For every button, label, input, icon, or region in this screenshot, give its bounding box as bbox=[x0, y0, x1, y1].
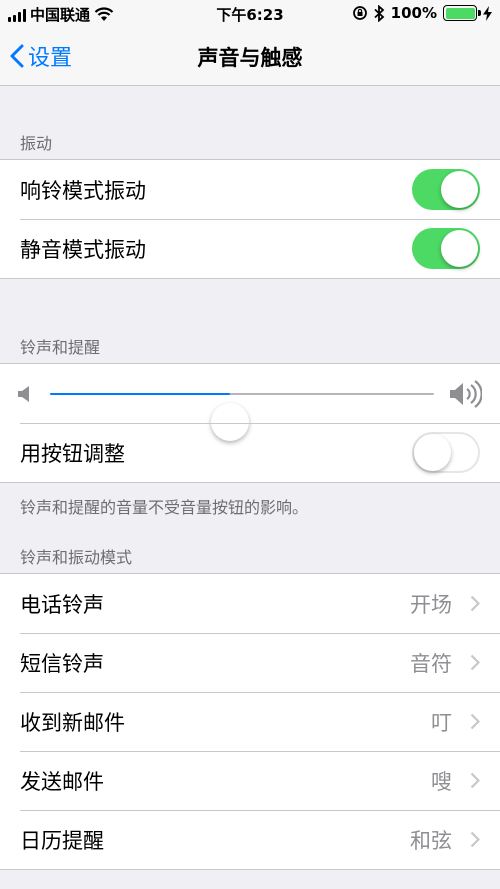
new-mail-label: 收到新邮件 bbox=[20, 710, 125, 735]
section-header-ringer: 铃声和提醒 bbox=[20, 338, 101, 357]
section-header-vibration: 振动 bbox=[20, 134, 53, 153]
battery-level bbox=[445, 7, 475, 19]
toggle-knob bbox=[441, 230, 478, 267]
charging-bolt-icon bbox=[483, 5, 492, 21]
sent-mail-value: 嗖 bbox=[431, 769, 452, 794]
ringtone-label: 电话铃声 bbox=[20, 592, 104, 617]
ring-vibrate-toggle[interactable] bbox=[412, 169, 480, 210]
new-mail-value: 叮 bbox=[431, 710, 452, 735]
ringer-footnote: 铃声和提醒的音量不受音量按钮的影响。 bbox=[20, 498, 309, 517]
volume-slider-row bbox=[0, 364, 500, 441]
ringtone-value: 开场 bbox=[410, 592, 452, 617]
vibration-group: 响铃模式振动 静音模式振动 bbox=[0, 159, 500, 279]
text-tone-value: 音符 bbox=[410, 651, 452, 676]
speaker-high-icon bbox=[450, 380, 482, 408]
status-bar: 中国联通 下午6:23 100% bbox=[0, 0, 500, 28]
chevron-right-icon bbox=[470, 713, 480, 730]
navigation-bar: 设置 声音与触感 bbox=[0, 28, 500, 86]
adjust-with-buttons-toggle[interactable] bbox=[412, 432, 480, 473]
battery-percent: 100% bbox=[390, 4, 437, 22]
ring-vibrate-label: 响铃模式振动 bbox=[20, 178, 146, 203]
calendar-alerts-row[interactable]: 日历提醒 和弦 bbox=[0, 810, 500, 869]
toggle-knob bbox=[414, 434, 451, 471]
speaker-low-icon bbox=[18, 386, 29, 402]
adjust-with-buttons-label: 用按钮调整 bbox=[20, 441, 125, 466]
volume-slider[interactable] bbox=[50, 393, 434, 441]
silent-vibrate-label: 静音模式振动 bbox=[20, 237, 146, 262]
sound-haptics-screen: 中国联通 下午6:23 100% 设置 声音与触感 振动 响铃模式振动 静音模式… bbox=[0, 0, 500, 889]
chevron-right-icon bbox=[470, 831, 480, 848]
patterns-group: 电话铃声 开场 短信铃声 音符 收到新邮件 叮 发送邮件 嗖 日历提醒 和弦 bbox=[0, 573, 500, 870]
ringtone-row[interactable]: 电话铃声 开场 bbox=[0, 574, 500, 633]
chevron-right-icon bbox=[470, 595, 480, 612]
rotation-lock-icon bbox=[352, 6, 367, 20]
battery-icon bbox=[443, 5, 481, 21]
text-tone-row[interactable]: 短信铃声 音符 bbox=[0, 633, 500, 692]
volume-slider-fill bbox=[50, 393, 231, 395]
ringer-group: 用按钮调整 bbox=[0, 363, 500, 483]
sent-mail-label: 发送邮件 bbox=[20, 769, 104, 794]
silent-vibrate-toggle[interactable] bbox=[412, 228, 480, 269]
calendar-alerts-value: 和弦 bbox=[410, 828, 452, 853]
ring-vibrate-row: 响铃模式振动 bbox=[0, 160, 500, 219]
adjust-with-buttons-row: 用按钮调整 bbox=[0, 423, 500, 482]
silent-vibrate-row: 静音模式振动 bbox=[0, 219, 500, 278]
sent-mail-row[interactable]: 发送邮件 嗖 bbox=[0, 751, 500, 810]
chevron-right-icon bbox=[470, 772, 480, 789]
toggle-knob bbox=[441, 171, 478, 208]
bluetooth-icon bbox=[374, 4, 384, 22]
page-title: 声音与触感 bbox=[197, 46, 303, 70]
text-tone-label: 短信铃声 bbox=[20, 651, 104, 676]
new-mail-row[interactable]: 收到新邮件 叮 bbox=[0, 692, 500, 751]
section-header-patterns: 铃声和振动模式 bbox=[20, 548, 133, 567]
calendar-alerts-label: 日历提醒 bbox=[20, 828, 104, 853]
chevron-right-icon bbox=[470, 654, 480, 671]
